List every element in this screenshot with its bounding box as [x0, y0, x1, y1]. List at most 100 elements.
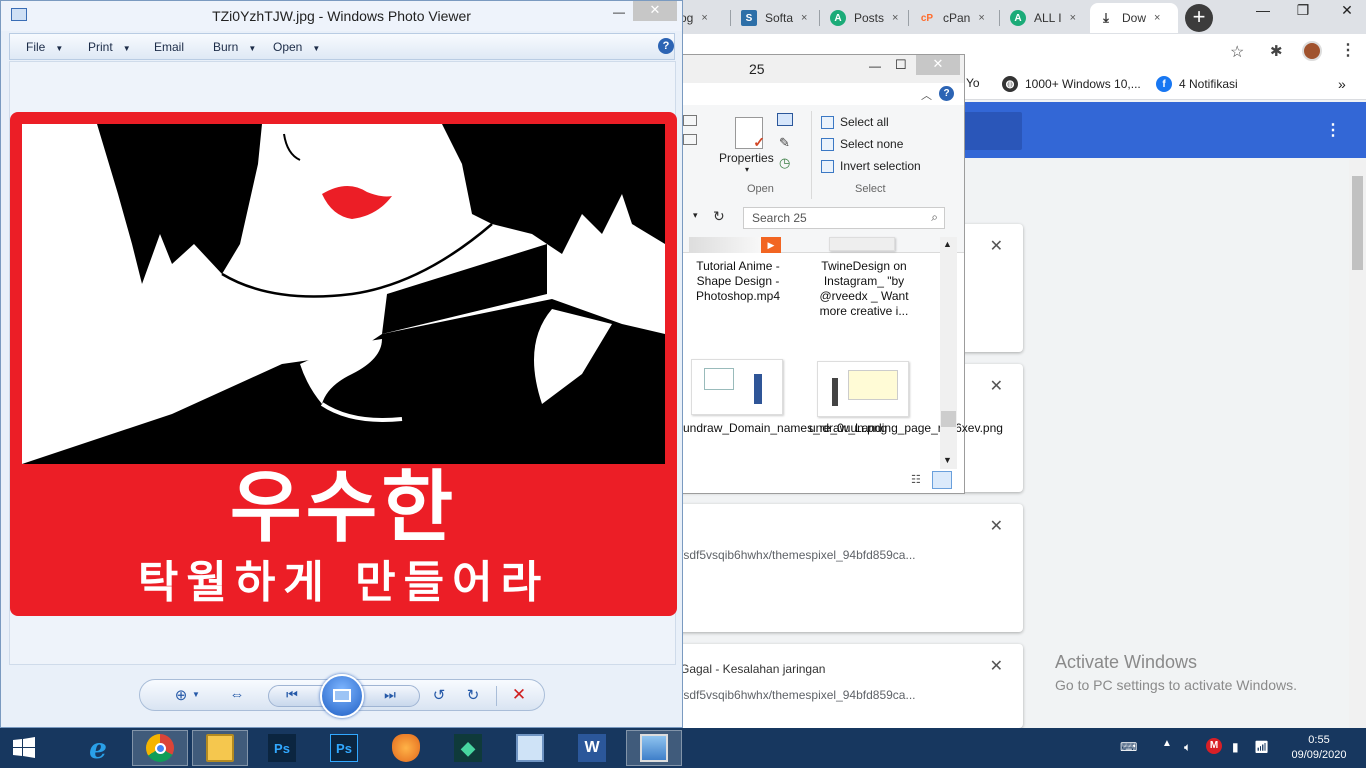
taskbar-photoshop[interactable]: Ps — [254, 730, 310, 766]
image-thumbnail[interactable] — [817, 361, 909, 417]
taskbar-photo-viewer[interactable] — [626, 730, 682, 766]
select-none-button[interactable]: Select none — [821, 137, 903, 151]
maximize-icon[interactable]: ☐ — [895, 57, 907, 73]
taskbar-photoshop-2[interactable]: Ps — [316, 730, 372, 766]
avatar[interactable] — [1302, 41, 1322, 61]
tab-posts[interactable]: A Posts × — [822, 3, 908, 33]
tab-softaculous[interactable]: S Softa × — [733, 3, 819, 33]
download-url[interactable]: /sdf5vsqib6hwhx/themespixel_94bfd859ca..… — [680, 688, 915, 702]
bookmark-windows10[interactable]: ◍ 1000+ Windows 10,... — [1002, 76, 1141, 92]
battery-icon[interactable]: ▮ — [1232, 740, 1239, 754]
keyboard-icon[interactable]: ⌨ — [1120, 740, 1137, 754]
rotate-clockwise-icon[interactable]: ↻ — [462, 686, 484, 704]
taskbar-word[interactable]: W — [564, 730, 620, 766]
ribbon-partial-icon[interactable] — [683, 113, 703, 153]
show-hidden-icons-icon[interactable]: ▲ — [1162, 738, 1172, 749]
help-icon[interactable]: ? — [939, 86, 954, 101]
properties-label: Properties — [719, 151, 774, 165]
next-icon[interactable]: ⏭ — [379, 687, 401, 703]
file-item[interactable]: Tutorial Anime - Shape Design - Photosho… — [683, 259, 793, 304]
chevron-down-icon[interactable]: ▼ — [192, 690, 200, 699]
rotate-counterclockwise-icon[interactable]: ↺ — [428, 686, 450, 704]
scroll-thumb[interactable] — [941, 411, 956, 427]
remove-download-icon[interactable]: ✕ — [990, 376, 1003, 396]
file-item[interactable]: undraw_Domain_names_re_0uun.png — [683, 421, 887, 436]
menu-email[interactable]: Email — [154, 40, 184, 54]
taskbar-file-explorer[interactable] — [192, 730, 248, 766]
tab-cpanel[interactable]: cP cPan × — [911, 3, 999, 33]
tab-downloads[interactable]: ⤓ Dow × — [1090, 3, 1178, 33]
properties-icon[interactable]: ✓ — [735, 117, 765, 150]
tab-close-icon[interactable]: × — [701, 12, 707, 24]
menu-file[interactable]: File ▼ — [26, 40, 63, 54]
file-name: Tutorial Anime - Shape Design - Photosho… — [695, 259, 781, 303]
antivirus-icon[interactable]: M — [1206, 738, 1222, 754]
delete-icon[interactable]: ✕ — [508, 685, 530, 705]
remove-download-icon[interactable]: ✕ — [990, 236, 1003, 256]
close-icon[interactable]: ✕ — [1332, 0, 1362, 22]
actual-size-icon[interactable]: ⇔ — [226, 686, 248, 703]
tab-close-icon[interactable]: × — [801, 12, 807, 24]
menu-open[interactable]: Open ▼ — [273, 40, 320, 54]
bookmark-notifikasi[interactable]: f 4 Notifikasi — [1156, 76, 1238, 92]
help-icon[interactable]: ? — [658, 38, 674, 54]
image-thumbnail[interactable] — [829, 237, 895, 251]
details-view-icon[interactable]: ☷ — [911, 473, 921, 486]
extensions-icon[interactable]: ✱ — [1270, 42, 1283, 60]
bookmark-youtube[interactable]: Yo — [966, 76, 980, 90]
properties-button[interactable]: Properties — [719, 151, 774, 165]
taskbar-filmora[interactable]: ◆ — [440, 730, 496, 766]
history-icon[interactable]: ◷ — [779, 155, 790, 171]
explorer-scrollbar[interactable]: ▲ ▼ — [940, 237, 957, 469]
remove-download-icon[interactable]: ✕ — [990, 656, 1003, 676]
scroll-down-icon[interactable]: ▼ — [943, 455, 952, 465]
taskbar-fl-studio[interactable] — [378, 730, 434, 766]
close-icon[interactable]: ✕ — [916, 55, 960, 75]
invert-selection-button[interactable]: Invert selection — [821, 159, 921, 173]
taskbar-remote-desktop[interactable] — [502, 730, 558, 766]
menu-print[interactable]: Print ▼ — [88, 40, 131, 54]
minimize-icon[interactable]: — — [869, 59, 881, 73]
downloads-menu-icon[interactable]: ⋮ — [1325, 120, 1341, 140]
close-icon[interactable]: ✕ — [633, 1, 677, 21]
open-icon[interactable] — [777, 113, 793, 126]
select-all-button[interactable]: Select all — [821, 115, 889, 129]
video-thumbnail[interactable]: ▶ — [689, 237, 781, 253]
tab-all[interactable]: A ALL I × — [1002, 3, 1088, 33]
collapse-ribbon-icon[interactable]: ︿ — [921, 87, 932, 103]
taskbar-chrome[interactable] — [132, 730, 188, 766]
tab-close-icon[interactable]: × — [978, 12, 984, 24]
menu-burn[interactable]: Burn ▼ — [213, 40, 256, 54]
edit-icon[interactable]: ✎ — [779, 135, 790, 151]
scroll-up-icon[interactable]: ▲ — [943, 239, 952, 249]
refresh-icon[interactable]: ↻ — [713, 208, 725, 225]
large-icons-view-icon[interactable] — [932, 471, 952, 489]
download-url[interactable]: /sdf5vsqib6hwhx/themespixel_94bfd859ca..… — [680, 548, 915, 562]
restore-icon[interactable]: ❐ — [1288, 0, 1318, 22]
new-tab-button[interactable]: + — [1185, 4, 1213, 32]
remove-download-icon[interactable]: ✕ — [990, 516, 1003, 536]
tab-close-icon[interactable]: × — [892, 12, 898, 24]
chevron-down-icon[interactable]: ▾ — [745, 165, 749, 174]
previous-icon[interactable]: ⏮ — [281, 687, 303, 703]
minimize-icon[interactable]: — — [613, 5, 625, 19]
file-item[interactable]: undraw_Landing_page_re_6xev.png — [809, 421, 1003, 436]
tab-close-icon[interactable]: × — [1070, 12, 1076, 24]
star-icon[interactable]: ☆ — [1230, 42, 1244, 62]
tab-close-icon[interactable]: × — [1154, 12, 1160, 24]
page-scrollbar-thumb[interactable] — [1352, 176, 1363, 270]
start-button[interactable] — [0, 730, 48, 766]
chrome-menu-icon[interactable]: ⋮ — [1340, 40, 1356, 60]
image-thumbnail[interactable] — [691, 359, 783, 415]
clock[interactable]: 0:55 09/09/2020 — [1286, 733, 1352, 763]
file-item[interactable]: TwineDesign on Instagram_ "by @rveedx _ … — [809, 259, 919, 319]
address-dropdown-icon[interactable]: ▾ — [693, 210, 698, 221]
slideshow-button[interactable] — [320, 674, 364, 718]
bookmarks-overflow-icon[interactable]: » — [1338, 76, 1346, 92]
volume-icon[interactable]: 🔈︎ — [1184, 740, 1191, 755]
network-signal-icon[interactable]: 📶︎ — [1254, 740, 1269, 754]
search-input[interactable]: Search 25 ⌕ — [743, 207, 945, 229]
zoom-icon[interactable]: ⊕ — [170, 686, 192, 704]
minimize-icon[interactable]: — — [1248, 0, 1278, 22]
taskbar-internet-explorer[interactable]: e — [70, 730, 126, 766]
